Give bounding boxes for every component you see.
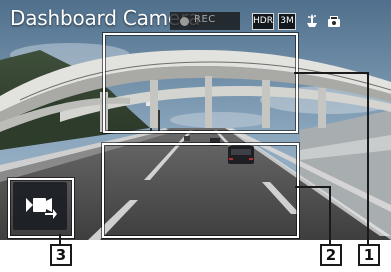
leader-line-3 [59,234,61,244]
leader-line-1-vertical [367,72,369,244]
record-dot-icon [180,17,189,26]
resolution-badge: 3M [278,13,296,30]
callout-frame-2[interactable] [102,143,299,238]
callout-frame-1[interactable] [103,33,298,133]
callout-label-3: 3 [50,244,72,266]
leader-line-2 [295,186,331,188]
car-camera-icon [328,16,340,27]
dashboard-camera-screen: Dashboard Camera REC HDR 3M [0,0,391,240]
status-bar: Dashboard Camera REC HDR 3M [0,0,391,36]
callout-label-2: 2 [320,244,342,266]
rec-indicator: REC [170,12,240,30]
leader-line-1 [294,72,368,74]
leader-line-2-vertical [329,186,331,244]
callout-label-1: 1 [358,244,380,266]
rec-label: REC [194,14,216,25]
hdr-badge: HDR [252,13,274,30]
callout-frame-3[interactable] [8,178,74,238]
quality-icon [307,14,317,27]
